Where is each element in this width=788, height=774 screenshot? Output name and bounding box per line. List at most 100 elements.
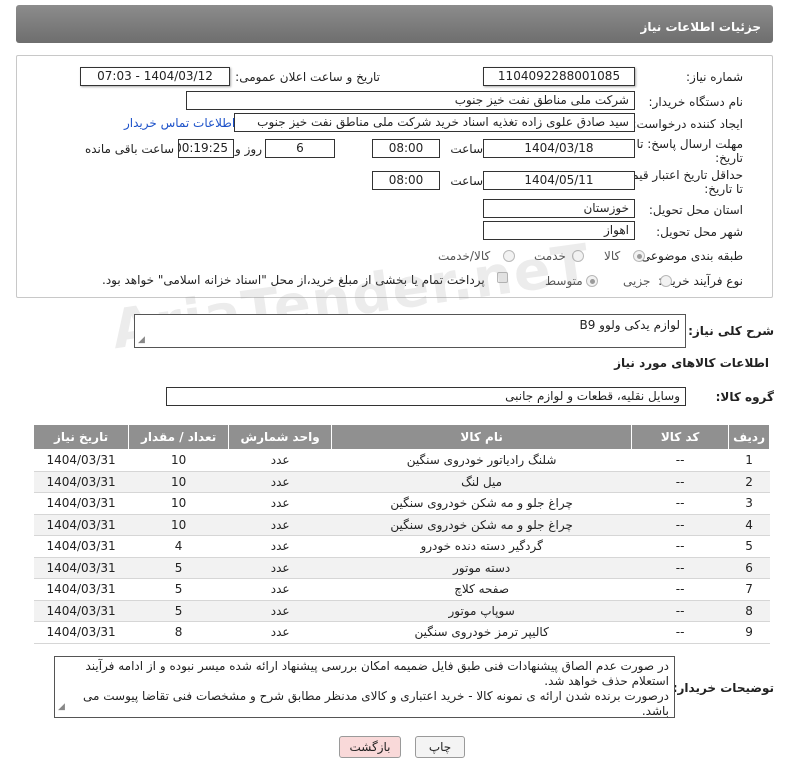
header-item-name: نام کالا <box>331 424 633 450</box>
table-row: 6 -- دسته موتور عدد 5 1404/03/31 <box>33 557 770 579</box>
cell-unit: عدد <box>228 514 332 536</box>
table-row: 8 -- سوپاپ موتور عدد 5 1404/03/31 <box>33 600 770 622</box>
time-remaining-field: 00:19:25 <box>178 139 234 158</box>
requester-field: سید صادق علوی زاده تغذیه اسناد خرید شرکت… <box>234 113 635 132</box>
table-row: 7 -- صفحه کلاچ عدد 5 1404/03/31 <box>33 578 770 601</box>
cell-item-code: -- <box>631 471 729 493</box>
deadline-date-field: 1404/03/18 <box>483 139 635 158</box>
buyer-notes-line-3: درصورت برنده شدن ارائه ی نمونه کالا - خر… <box>82 689 669 718</box>
category-goods-radio[interactable] <box>633 250 645 262</box>
need-number-field: 1104092288001085 <box>483 67 635 86</box>
validity-date-field: 1404/05/11 <box>483 171 635 190</box>
announce-datetime-field: 1404/03/12 - 07:03 <box>80 67 230 86</box>
deadline-date-label: تاریخ: <box>715 151 743 165</box>
back-button[interactable]: بازگشت <box>339 736 401 758</box>
cell-row-number: 4 <box>728 514 770 536</box>
cell-quantity: 5 <box>128 557 229 579</box>
cell-item-code: -- <box>631 492 729 515</box>
page-header: جزئیات اطلاعات نیاز <box>16 5 773 43</box>
cell-unit: عدد <box>228 492 332 515</box>
table-header-row: ردیف کد کالا نام کالا واحد شمارش تعداد /… <box>32 424 770 450</box>
cell-quantity: 5 <box>128 578 229 601</box>
need-number-label: شماره نیاز: <box>686 70 743 84</box>
cell-row-number: 8 <box>728 600 770 622</box>
cell-need-date: 1404/03/31 <box>33 621 129 644</box>
cell-need-date: 1404/03/31 <box>33 492 129 515</box>
city-label: شهر محل تحویل: <box>656 225 743 239</box>
process-minor-radio[interactable] <box>660 275 672 287</box>
cell-item-name: شلنگ رادیاتور خودروی سنگین <box>331 449 632 472</box>
header-unit: واحد شمارش <box>228 424 333 450</box>
cell-unit: عدد <box>228 449 332 472</box>
header-quantity: تعداد / مقدار <box>128 424 230 450</box>
cell-quantity: 8 <box>128 621 229 644</box>
cell-item-name: چراغ جلو و مه شکن خودروی سنگین <box>331 492 632 515</box>
resize-grip-icon: ◢ <box>138 335 145 345</box>
category-goods-label: کالا <box>604 249 621 263</box>
deadline-time-field: 08:00 <box>372 139 440 158</box>
cell-unit: عدد <box>228 578 332 601</box>
cell-row-number: 9 <box>728 621 770 644</box>
goods-info-title: اطلاعات کالاهای مورد نیاز <box>614 356 769 370</box>
cell-item-code: -- <box>631 449 729 472</box>
cell-item-code: -- <box>631 514 729 536</box>
cell-item-code: -- <box>631 535 729 558</box>
cell-row-number: 5 <box>728 535 770 558</box>
time-remaining-label: ساعت باقی مانده <box>84 142 174 156</box>
table-row: 9 -- کالیپر ترمز خودروی سنگین عدد 8 1404/03/3… <box>33 621 770 644</box>
category-goods-service-radio[interactable] <box>503 250 515 262</box>
table-row: 4 -- چراغ جلو و مه شکن خودروی سنگین عدد 10 14… <box>33 514 770 536</box>
category-service-label: خدمت <box>534 249 566 263</box>
cell-need-date: 1404/03/31 <box>33 471 129 493</box>
validity-label: حداقل تاریخ اعتبار قیمت: <box>616 168 743 182</box>
cell-quantity: 5 <box>128 600 229 622</box>
resize-grip-icon: ◢ <box>58 702 65 712</box>
print-button[interactable]: چاپ <box>415 736 465 758</box>
cell-row-number: 6 <box>728 557 770 579</box>
table-row: 5 -- گردگیر دسته دنده خودرو عدد 4 1404/03/31 <box>33 535 770 558</box>
cell-need-date: 1404/03/31 <box>33 449 129 472</box>
process-medium-radio[interactable] <box>586 275 598 287</box>
goods-group-label: گروه کالا: <box>715 390 774 404</box>
buyer-notes-line-1: در صورت عدم الصاق پیشنهادات فنی طبق فایل… <box>85 659 669 673</box>
description-textarea[interactable]: لوازم یدکی ولوو B9 ◢ <box>134 314 686 348</box>
buyer-notes-textarea[interactable]: در صورت عدم الصاق پیشنهادات فنی طبق فایل… <box>54 656 675 718</box>
process-minor-label: جزیی <box>623 274 651 288</box>
cell-need-date: 1404/03/31 <box>33 535 129 558</box>
buyer-notes-line-2: استعلام حذف خواهد شد. <box>544 674 669 688</box>
province-field: خوزستان <box>483 199 635 218</box>
cell-row-number: 3 <box>728 492 770 515</box>
treasury-payment-note: پرداخت تمام یا بخشی از مبلغ خرید،از محل … <box>102 273 485 287</box>
cell-item-name: کالیپر ترمز خودروی سنگین <box>331 621 632 644</box>
cell-item-code: -- <box>631 621 729 644</box>
city-field: اهواز <box>483 221 635 240</box>
cell-item-name: صفحه کلاچ <box>331 578 632 601</box>
header-item-code: کد کالا <box>631 424 730 450</box>
description-label: شرح کلی نیاز: <box>688 324 774 338</box>
cell-item-name: میل لنگ <box>331 471 632 493</box>
cell-item-code: -- <box>631 557 729 579</box>
cell-quantity: 10 <box>128 514 229 536</box>
table-row: 2 -- میل لنگ عدد 10 1404/03/31 <box>33 471 770 493</box>
deadline-label: مهلت ارسال پاسخ: تا <box>636 137 743 151</box>
cell-item-name: چراغ جلو و مه شکن خودروی سنگین <box>331 514 632 536</box>
description-text: لوازم یدکی ولوو B9 <box>579 318 680 332</box>
cell-item-name: دسته موتور <box>331 557 632 579</box>
deadline-time-label: ساعت <box>450 142 483 156</box>
requester-label: ایجاد کننده درخواست: <box>632 117 743 131</box>
header-row-number: ردیف <box>728 424 770 450</box>
validity-time-label: ساعت <box>450 174 483 188</box>
buyer-org-field: شرکت ملی مناطق نفت خیز جنوب <box>186 91 635 110</box>
cell-unit: عدد <box>228 557 332 579</box>
category-service-radio[interactable] <box>572 250 584 262</box>
buyer-contact-link[interactable]: اطلاعات تماس خریدار <box>124 116 235 130</box>
category-label: طبقه بندی موضوعی: <box>636 249 743 263</box>
days-label: روز و <box>235 142 262 156</box>
header-need-date: تاریخ نیاز <box>32 424 130 450</box>
cell-unit: عدد <box>228 600 332 622</box>
process-medium-label: متوسط <box>545 274 583 288</box>
page-title: جزئیات اطلاعات نیاز <box>640 20 761 34</box>
validity-date-label: تا تاریخ: <box>704 182 743 196</box>
treasury-payment-checkbox[interactable] <box>497 272 508 283</box>
cell-row-number: 7 <box>728 578 770 601</box>
